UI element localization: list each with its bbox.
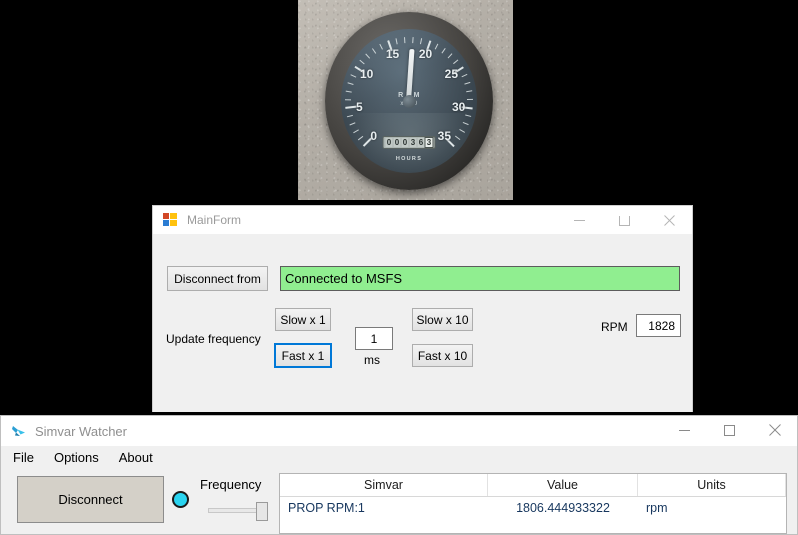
minimize-icon (679, 425, 690, 436)
minimize-button[interactable] (662, 416, 707, 444)
update-frequency-label: Update frequency (166, 332, 261, 346)
rpm-label: RPM (601, 320, 628, 334)
grid-body[interactable]: PROP RPM:11806.444933322rpm (280, 497, 786, 519)
cell-units: rpm (638, 497, 786, 519)
aircraft-tachometer-photo: 05101520253035 R P M x 100 000363 HOURS (298, 0, 513, 200)
gauge-tick-label: 5 (356, 100, 363, 114)
grid-header-row[interactable]: SimvarValueUnits (280, 474, 786, 497)
hour-meter-digit: 0 (386, 138, 393, 147)
mainform-title: MainForm (187, 213, 241, 227)
fast-x10-button[interactable]: Fast x 10 (412, 344, 473, 367)
hour-meter-digit: 6 (418, 138, 425, 147)
gauge-bezel: 05101520253035 R P M x 100 000363 HOURS (325, 12, 493, 190)
simvar-client-area: Disconnect Frequency SimvarValueUnits PR… (1, 468, 797, 534)
simvar-data-grid[interactable]: SimvarValueUnits PROP RPM:11806.44493332… (279, 473, 787, 534)
slow-x10-button[interactable]: Slow x 10 (412, 308, 473, 331)
maximize-icon (724, 425, 735, 436)
fast-x1-button[interactable]: Fast x 1 (274, 343, 332, 368)
grid-column-header-units[interactable]: Units (638, 474, 786, 496)
frequency-slider-thumb[interactable] (256, 502, 268, 521)
hour-meter-digit: 3 (410, 138, 417, 147)
simvar-window-controls[interactable] (662, 416, 797, 444)
menu-item-about[interactable]: About (119, 450, 153, 465)
close-button[interactable] (752, 416, 797, 444)
mainform-client-area: Disconnect from Connected to MSFS Update… (153, 234, 692, 412)
menu-item-options[interactable]: Options (54, 450, 99, 465)
gauge-tick-label: 35 (438, 129, 451, 143)
gauge-tick-label: 20 (419, 47, 432, 61)
simvar-watcher-window[interactable]: Simvar Watcher File Options About (0, 415, 798, 535)
desktop-background: 05101520253035 R P M x 100 000363 HOURS … (0, 0, 798, 535)
disconnect-button[interactable]: Disconnect (17, 476, 164, 523)
cell-value: 1806.444933322 (488, 497, 638, 519)
table-row[interactable]: PROP RPM:11806.444933322rpm (280, 497, 786, 519)
hour-meter-tenth-digit: 3 (426, 138, 433, 147)
disconnect-from-msfs-button[interactable]: Disconnect from (167, 266, 268, 291)
simvar-menu-bar[interactable]: File Options About (1, 446, 797, 468)
close-icon (664, 215, 675, 226)
cell-simvar: PROP RPM:1 (280, 497, 488, 519)
connection-status-box: Connected to MSFS (280, 266, 680, 291)
gauge-tick-label: 25 (445, 67, 458, 81)
maximize-icon (619, 215, 630, 226)
gauge-tick-label: 30 (452, 100, 465, 114)
hour-meter-digit: 0 (402, 138, 409, 147)
frequency-slider-track[interactable] (208, 508, 260, 513)
gauge-tick-label: 10 (360, 67, 373, 81)
minimize-icon (574, 215, 585, 226)
maximize-button[interactable] (602, 206, 647, 234)
close-icon (769, 424, 781, 436)
mainform-titlebar[interactable]: MainForm (153, 206, 692, 234)
menu-item-file[interactable]: File (13, 450, 34, 465)
close-button[interactable] (647, 206, 692, 234)
interval-ms-input[interactable]: 1 (355, 327, 393, 350)
gauge-tick-label: 0 (370, 129, 377, 143)
slow-x1-button[interactable]: Slow x 1 (275, 308, 331, 331)
hours-label: HOURS (396, 156, 422, 162)
gauge-tick-label: 15 (386, 47, 399, 61)
grid-column-header-value[interactable]: Value (488, 474, 638, 496)
minimize-button[interactable] (557, 206, 602, 234)
hour-meter: 000363 (383, 136, 436, 149)
gauge-needle-hub (403, 95, 416, 108)
grid-column-header-simvar[interactable]: Simvar (280, 474, 488, 496)
maximize-button[interactable] (707, 416, 752, 444)
frequency-label: Frequency (200, 477, 261, 492)
plug-icon (11, 423, 27, 439)
simvar-watcher-title: Simvar Watcher (35, 424, 127, 439)
mainform-window[interactable]: MainForm Disconnect from (152, 205, 693, 412)
vb-form-icon (163, 212, 179, 228)
rpm-value-field[interactable]: 1828 (636, 314, 681, 337)
frequency-slider[interactable] (208, 502, 268, 520)
simvar-watcher-titlebar[interactable]: Simvar Watcher (1, 416, 797, 446)
mainform-window-controls[interactable] (557, 206, 692, 234)
connection-indicator-dot (172, 491, 189, 508)
hour-meter-digit: 0 (394, 138, 401, 147)
gauge-dial: 05101520253035 R P M x 100 000363 HOURS (341, 29, 477, 173)
interval-units-label: ms (364, 353, 380, 367)
